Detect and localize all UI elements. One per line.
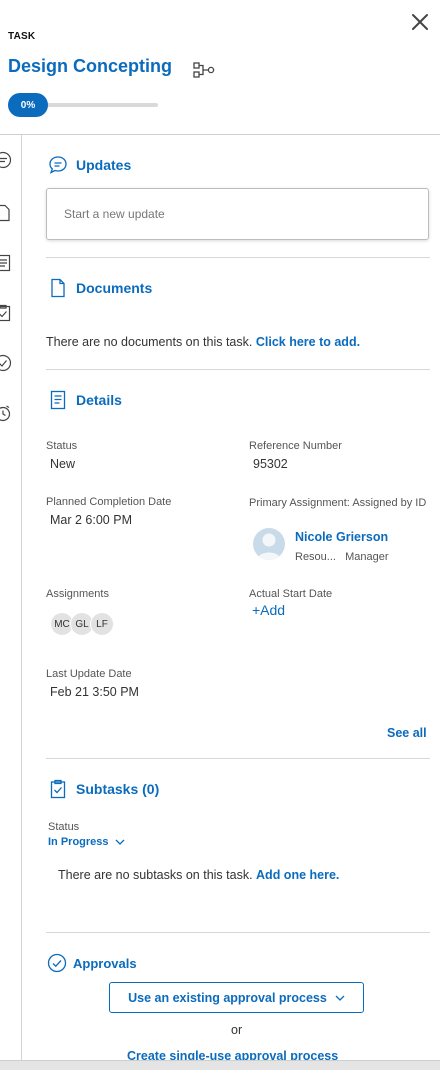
section-divider [46,257,430,258]
reference-number-value[interactable]: 95302 [253,457,288,471]
new-update-placeholder: Start a new update [64,207,165,221]
assignee-role-manager: Manager [345,551,389,563]
documents-empty-text: There are no documents on this task. [46,335,253,349]
clipboard-check-icon [50,779,66,799]
assignment-chip[interactable]: LF [90,612,114,636]
add-document-link[interactable]: Click here to add. [256,335,360,349]
documents-section-header: Documents [48,278,152,298]
chevron-down-icon [115,839,124,845]
subtasks-heading: Subtasks (0) [76,781,160,797]
planned-completion-label: Planned Completion Date [46,496,172,508]
existing-approval-process-button[interactable]: Use an existing approval process [109,982,364,1013]
document-icon [51,278,65,298]
details-heading: Details [76,392,122,408]
header-divider [0,134,440,135]
details-list-icon [50,390,66,410]
workflow-icon[interactable] [192,60,216,80]
section-divider [46,369,430,370]
page-title: Design Concepting [8,56,173,76]
details-section-header: Details [48,390,122,410]
progress-badge: 0% [8,93,48,117]
actual-start-label: Actual Start Date [249,588,333,600]
subtasks-nav-icon[interactable] [0,304,12,322]
primary-assignment-label: Primary Assignment: Assigned by ID [249,497,427,509]
last-update-value: Feb 21 3:50 PM [50,685,139,699]
section-divider [46,932,430,933]
documents-heading: Documents [76,280,153,296]
assignments-label: Assignments [46,588,109,600]
assignee-role-resource: Resou... [295,551,336,563]
subtask-status-label: Status [48,821,80,833]
updates-nav-icon[interactable] [0,151,12,169]
close-button[interactable] [408,10,432,34]
documents-empty-message: There are no documents on this task. Cli… [46,335,360,349]
task-type-label: TASK [8,31,36,42]
subtasks-empty-text: There are no subtasks on this task. [58,868,253,882]
documents-nav-icon[interactable] [0,204,12,222]
details-nav-icon[interactable] [0,254,12,272]
last-update-label: Last Update Date [46,668,132,680]
status-label: Status [46,440,78,452]
subtask-status-filter[interactable]: In Progress [48,836,125,848]
approvals-section-header: Approvals [47,953,137,973]
check-circle-icon [47,953,67,973]
see-all-link[interactable]: See all [387,726,427,740]
subtasks-section-header: Subtasks (0) [48,779,159,799]
updates-section-header: Updates [48,155,131,175]
avatar [253,528,285,560]
or-separator-text: or [231,1023,243,1037]
primary-assignee-role: Resou... Manager [295,551,389,563]
status-value[interactable]: New [50,457,75,471]
subtasks-empty-message: There are no subtasks on this task. Add … [58,868,339,882]
primary-assignee-name[interactable]: Nicole Grierson [295,530,388,544]
reference-number-label: Reference Number [249,440,342,452]
approvals-nav-icon[interactable] [0,354,12,372]
add-subtask-link[interactable]: Add one here. [256,868,339,882]
timeline-nav-icon[interactable] [0,404,12,422]
section-nav-rail [0,135,22,1070]
chevron-down-icon [335,995,345,1001]
add-actual-start-link[interactable]: +Add [252,602,285,618]
close-icon [412,14,428,30]
chat-bubble-icon [49,156,67,174]
new-update-input[interactable]: Start a new update [46,188,429,240]
horizontal-scrollbar[interactable] [0,1060,440,1070]
planned-completion-value[interactable]: Mar 2 6:00 PM [50,513,132,527]
subtask-status-value: In Progress [48,836,109,848]
updates-heading: Updates [76,157,132,173]
section-divider [46,758,430,759]
approvals-heading: Approvals [73,955,137,971]
existing-approval-label: Use an existing approval process [128,990,327,1005]
